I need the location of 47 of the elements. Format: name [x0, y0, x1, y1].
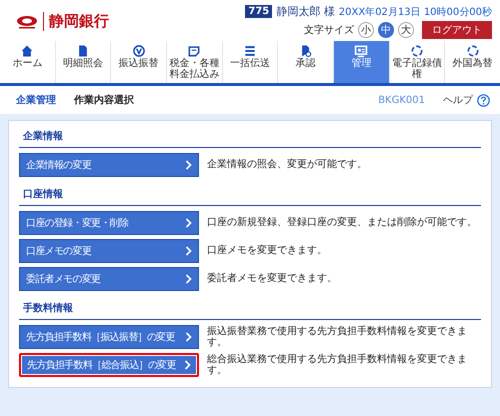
menu-description: 口座の新規登録、登録口座の変更、または削除が可能です。	[207, 217, 477, 229]
logout-button[interactable]: ログアウト	[422, 21, 492, 39]
section-heading: 口座情報	[19, 181, 481, 206]
chevron-icon	[185, 332, 192, 342]
screen-id: BKGK001	[378, 94, 425, 106]
font-size-label: 文字サイズ	[304, 24, 354, 37]
bank-name: 静岡銀行	[43, 12, 109, 31]
font-size-button[interactable]: 大	[398, 22, 414, 38]
id-card-icon	[354, 44, 368, 58]
font-size-button[interactable]: 中	[378, 22, 394, 38]
user-badge: 775	[245, 5, 272, 18]
help-link[interactable]: ヘルプ	[443, 93, 490, 107]
help-icon	[477, 94, 490, 106]
menu-button[interactable]: 口座の登録・変更・削除	[19, 211, 199, 235]
chevron-icon	[184, 360, 191, 370]
section-heading: 企業情報	[19, 123, 481, 148]
menu-description: 総合振込業務で使用する先方負担手数料情報を変更できます。	[207, 354, 468, 376]
menu-description: 振込振替業務で使用する先方負担手数料情報を変更できます。	[207, 326, 468, 348]
form-icon	[187, 44, 202, 58]
menu-button[interactable]: 先方負担手数料［振込振替］の変更	[19, 325, 199, 349]
menu-description: 委託者メモを変更できます。	[207, 273, 337, 285]
cycle-icon	[466, 44, 480, 58]
section-heading: 手数料情報	[19, 295, 481, 320]
cycle-icon	[410, 44, 424, 58]
nav-tab[interactable]: 電子記録債権	[388, 41, 444, 83]
breadcrumb-section: 企業管理	[16, 93, 56, 107]
menu-button[interactable]: 先方負担手数料［総合振込］の変更	[19, 353, 199, 377]
nav-tab[interactable]: 管理	[333, 41, 389, 83]
chevron-icon	[185, 218, 192, 228]
list-icon	[243, 44, 258, 58]
chevron-icon	[185, 246, 192, 256]
chevron-icon	[185, 274, 192, 284]
nav-tab[interactable]: 税金・各種料金払込み	[166, 41, 222, 83]
font-size-button[interactable]: 小	[358, 22, 374, 38]
menu-button[interactable]: 企業情報の変更	[19, 153, 199, 177]
chevron-icon	[185, 160, 192, 170]
menu-button[interactable]: 委託者メモの変更	[19, 267, 199, 291]
user-name: 静岡太郎 様	[276, 4, 335, 19]
page-title: 作業内容選択	[74, 93, 135, 107]
logo-icon	[16, 14, 38, 28]
menu-description: 企業情報の照会、変更が可能です。	[207, 159, 367, 171]
home-icon	[20, 44, 34, 58]
transfer-icon	[132, 44, 146, 58]
document-icon	[76, 44, 90, 58]
menu-description: 口座メモを変更できます。	[207, 245, 327, 257]
menu-button[interactable]: 口座メモの変更	[19, 239, 199, 263]
login-datetime: 20XX年02月13日 10時00分00秒	[338, 6, 492, 18]
